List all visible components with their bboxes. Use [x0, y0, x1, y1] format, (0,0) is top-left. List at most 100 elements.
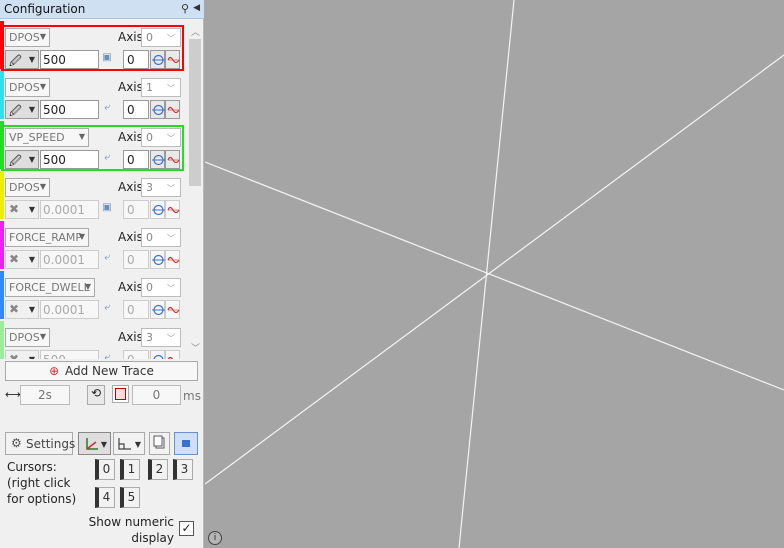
copy-button[interactable]	[149, 432, 170, 455]
cursor-button-1[interactable]: 1	[120, 459, 140, 480]
trace-parameter-select[interactable]: DPOS ▼	[5, 28, 50, 47]
link-icon[interactable]: ⤶	[101, 252, 113, 266]
offset-toggle-button[interactable]	[150, 300, 165, 319]
axis-select[interactable]: 0 ﹀	[141, 28, 181, 47]
axes-dropdown-button[interactable]: ▼	[78, 432, 111, 455]
trace-parameter-select[interactable]: FORCE_RAMP ▼	[5, 228, 89, 247]
trace-parameter-select[interactable]: DPOS ▼	[5, 78, 50, 97]
trace-scale-value: 500	[43, 103, 66, 117]
trace-type-button[interactable]: 🖉 ▼	[5, 150, 39, 169]
offset-toggle-button[interactable]	[150, 100, 165, 119]
trace-scale-field[interactable]: 500	[40, 100, 99, 119]
chevron-down-icon: ▼	[28, 55, 35, 64]
trace-type-button[interactable]: 🖉 ▼	[5, 50, 39, 69]
graph-style-dropdown-button[interactable]: ▼	[113, 432, 145, 455]
offset-toggle-button[interactable]	[150, 150, 165, 169]
trace-type-button[interactable]: ✖▼	[5, 250, 39, 269]
fill-toggle-button[interactable]	[174, 432, 198, 455]
trace-color-bar	[0, 71, 4, 119]
cursor-button-2[interactable]: 2	[148, 459, 168, 480]
wave-icon	[167, 156, 180, 164]
trace-offset-field[interactable]: 0	[123, 350, 149, 359]
trace-scale-field[interactable]: 500	[40, 150, 99, 169]
time-width-field[interactable]: 2s	[20, 385, 70, 405]
trace-offset-field[interactable]: 0	[123, 200, 149, 219]
trace-offset-field[interactable]: 0	[123, 100, 149, 119]
link-icon[interactable]: ▣	[101, 52, 113, 66]
plot-svg	[205, 0, 784, 548]
trace-offset-value: 0	[127, 103, 135, 117]
axis-select[interactable]: 1 ﹀	[141, 78, 181, 97]
configuration-panel: Configuration ⚲ ◀ DPOS ▼ Axis 0 ﹀ 🖉 ▼ 500 ▣ 0 DPOS…	[0, 0, 204, 548]
trigger-offset-field[interactable]: 0	[132, 385, 181, 405]
cursor-button-0[interactable]: 0	[95, 459, 115, 480]
trace-parameter-select[interactable]: VP_SPEED ▼	[5, 128, 89, 147]
axis-select[interactable]: 0 ﹀	[141, 278, 181, 297]
wave-toggle-button[interactable]	[165, 300, 180, 319]
trace-color-bar	[0, 221, 4, 269]
offset-toggle-button[interactable]	[150, 50, 165, 69]
trace-offset-field[interactable]: 0	[123, 250, 149, 269]
offset-toggle-button[interactable]	[150, 200, 165, 219]
cursor-button-5[interactable]: 5	[120, 487, 140, 508]
pin-icon[interactable]: ⚲	[181, 2, 189, 15]
show-numeric-display-checkbox[interactable]: ✓	[179, 521, 194, 536]
link-icon[interactable]: ⤶	[101, 102, 113, 116]
link-icon[interactable]: ▣	[101, 202, 113, 216]
chevron-left-icon[interactable]: ◀	[193, 3, 200, 13]
axis-select[interactable]: 0 ﹀	[141, 128, 181, 147]
scope-plot-area[interactable]	[205, 0, 784, 548]
trace-scale-field[interactable]: 0.0001	[40, 250, 99, 269]
cursor-button-4[interactable]: 4	[95, 487, 115, 508]
axis-label: Axis	[118, 130, 143, 144]
trace-type-button[interactable]: 🖉 ▼	[5, 100, 39, 119]
trace-type-button[interactable]: ✖▼	[5, 350, 39, 359]
graph-style-icon	[118, 438, 131, 450]
axis-select[interactable]: 3 ﹀	[141, 328, 181, 347]
trace-type-button[interactable]: ✖▼	[5, 200, 39, 219]
link-icon[interactable]: ⤶	[101, 302, 113, 316]
trace-scale-field[interactable]: 500	[40, 50, 99, 69]
trace-offset-field[interactable]: 0	[123, 50, 149, 69]
axis-label: Axis	[118, 180, 143, 194]
trace-parameter-select[interactable]: DPOS ▼	[5, 178, 50, 197]
offset-toggle-button[interactable]	[150, 350, 165, 359]
axis-select[interactable]: 3 ﹀	[141, 178, 181, 197]
axis-label: Axis	[118, 30, 143, 44]
offset-unit-label: ms	[183, 389, 201, 403]
trace-offset-field[interactable]: 0	[123, 150, 149, 169]
cursors-label: Cursors: (right click for options)	[7, 459, 76, 507]
scroll-up-icon[interactable]: ︿	[191, 25, 200, 38]
trace-row: FORCE_DWELL ▼ Axis 0 ﹀ ✖ ▼ 0.0001 ⤶ 0	[0, 271, 186, 319]
wave-toggle-button[interactable]	[165, 200, 180, 219]
offset-icon	[152, 204, 165, 216]
axis-select-value: 0	[146, 131, 153, 144]
cursor-button-3[interactable]: 3	[173, 459, 193, 480]
trace-list-scrollbar[interactable]: ︿ ﹀	[187, 21, 203, 359]
scrollbar-thumb[interactable]	[189, 39, 201, 186]
trace-parameter-select[interactable]: FORCE_DWELL ▼	[5, 278, 95, 297]
info-icon[interactable]: i	[208, 531, 222, 545]
settings-button[interactable]: ⚙ Settings	[5, 432, 75, 455]
chevron-down-icon: ▼	[100, 440, 107, 449]
link-icon[interactable]: ⤶	[101, 352, 113, 359]
trace-scale-field[interactable]: 0.0001	[40, 200, 99, 219]
wave-toggle-button[interactable]	[165, 250, 180, 269]
trace-type-button[interactable]: ✖▼	[5, 300, 39, 319]
trace-parameter-select[interactable]: DPOS ▼	[5, 328, 50, 347]
trigger-select-button[interactable]	[112, 385, 129, 403]
wave-toggle-button[interactable]	[165, 100, 180, 119]
add-new-trace-button[interactable]: ⊕ Add New Trace	[5, 361, 198, 381]
offset-toggle-button[interactable]	[150, 250, 165, 269]
wave-toggle-button[interactable]	[165, 150, 180, 169]
scroll-down-icon[interactable]: ﹀	[191, 341, 200, 354]
wave-toggle-button[interactable]	[165, 350, 180, 359]
trigger-icon[interactable]: ⟲	[87, 385, 105, 405]
trace-type-icon: 🖉	[9, 104, 22, 118]
trace-offset-field[interactable]: 0	[123, 300, 149, 319]
link-icon[interactable]: ⤶	[101, 152, 113, 166]
axis-select[interactable]: 0 ﹀	[141, 228, 181, 247]
wave-toggle-button[interactable]	[165, 50, 180, 69]
trace-scale-field[interactable]: 500	[40, 350, 99, 359]
trace-scale-field[interactable]: 0.0001	[40, 300, 99, 319]
